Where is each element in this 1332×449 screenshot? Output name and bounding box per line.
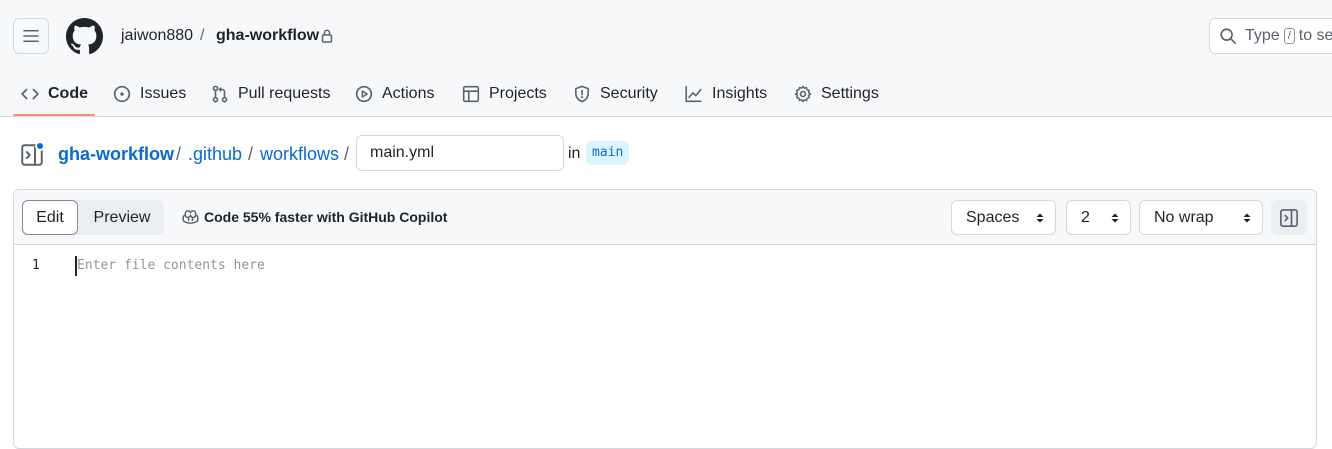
- tab-actions-label: Actions: [382, 85, 435, 102]
- preview-tab[interactable]: Preview: [80, 200, 164, 235]
- code-editor-input[interactable]: Enter file contents here: [77, 258, 265, 273]
- shield-icon: [575, 85, 589, 103]
- path-separator: /: [176, 144, 182, 164]
- tab-settings-label: Settings: [821, 85, 879, 102]
- search-placeholder-prefix: Type: [1245, 27, 1280, 44]
- tab-projects-label: Projects: [489, 85, 547, 102]
- selected-tab-indicator: [13, 114, 95, 116]
- select-caret-icon: [1111, 213, 1119, 223]
- search-input[interactable]: Type / to se: [1209, 18, 1332, 54]
- tab-issues-label: Issues: [140, 85, 187, 102]
- path-dir-github-link[interactable]: .github: [188, 144, 242, 165]
- tab-pull-requests[interactable]: Pull requests: [211, 72, 331, 116]
- sidebar-panel-icon: [1280, 208, 1298, 227]
- tab-projects[interactable]: Projects: [462, 72, 547, 116]
- tab-security-label: Security: [600, 85, 658, 102]
- graph-icon: [685, 85, 702, 103]
- indent-size-value: 2: [1081, 208, 1090, 226]
- breadcrumb-separator: /: [200, 27, 205, 44]
- indent-mode-value: Spaces: [966, 208, 1020, 226]
- path-repo-link[interactable]: gha-workflow: [58, 144, 174, 165]
- tab-code[interactable]: Code: [21, 72, 88, 116]
- toggle-side-panel-button[interactable]: [1271, 200, 1307, 235]
- line-number: 1: [32, 258, 40, 273]
- tab-insights[interactable]: Insights: [684, 72, 767, 116]
- path-dir-workflows-link[interactable]: workflows: [260, 144, 339, 165]
- indent-mode-select[interactable]: Spaces: [951, 200, 1056, 235]
- tab-issues[interactable]: Issues: [113, 72, 186, 116]
- copilot-icon: [182, 210, 199, 224]
- search-placeholder-suffix: to se: [1298, 27, 1332, 44]
- branch-badge[interactable]: main: [586, 141, 630, 165]
- copilot-promo-link[interactable]: Code 55% faster with GitHub Copilot: [181, 208, 447, 226]
- lock-icon: [321, 29, 333, 43]
- indent-size-select[interactable]: 2: [1066, 200, 1131, 235]
- select-caret-icon: [1243, 213, 1251, 223]
- editor-toolbar: Edit Preview Code 55% faster with GitHub…: [14, 190, 1316, 245]
- tab-settings[interactable]: Settings: [794, 72, 879, 116]
- file-tree-toggle-button[interactable]: [20, 141, 45, 167]
- filename-input[interactable]: [356, 135, 564, 171]
- path-separator: /: [344, 144, 350, 164]
- tab-code-label: Code: [48, 85, 88, 102]
- file-editor: Edit Preview Code 55% faster with GitHub…: [13, 189, 1317, 449]
- tab-pull-requests-label: Pull requests: [238, 85, 331, 102]
- edit-tab[interactable]: Edit: [22, 200, 78, 235]
- notification-dot: [35, 141, 45, 151]
- wrap-mode-value: No wrap: [1154, 208, 1214, 226]
- top-header: jaiwon880 / gha-workflow Type / to se: [0, 0, 1332, 72]
- code-icon: [21, 88, 39, 100]
- edit-preview-toggle: Edit Preview: [22, 200, 164, 235]
- search-shortcut-key: /: [1283, 28, 1295, 44]
- github-logo-icon[interactable]: [66, 18, 103, 55]
- breadcrumb-repo[interactable]: gha-workflow: [216, 27, 319, 45]
- path-separator: /: [248, 144, 254, 164]
- menu-button[interactable]: [13, 18, 49, 54]
- tab-actions[interactable]: Actions: [355, 72, 434, 116]
- wrap-mode-select[interactable]: No wrap: [1139, 200, 1263, 235]
- issue-icon: [113, 85, 131, 103]
- pull-request-icon: [212, 85, 228, 103]
- tab-insights-label: Insights: [712, 85, 768, 102]
- select-caret-icon: [1036, 213, 1044, 223]
- repo-nav: Code Issues Pull requests Actions Projec…: [0, 72, 1332, 117]
- breadcrumb-owner[interactable]: jaiwon880: [121, 27, 193, 45]
- table-icon: [462, 85, 480, 103]
- gear-icon: [794, 85, 812, 103]
- in-branch-label: in: [568, 145, 581, 162]
- play-icon: [355, 85, 373, 103]
- hamburger-icon: [23, 30, 39, 42]
- search-icon: [1220, 28, 1237, 45]
- copilot-promo-text: Code 55% faster with GitHub Copilot: [204, 209, 448, 225]
- tab-security[interactable]: Security: [573, 72, 658, 116]
